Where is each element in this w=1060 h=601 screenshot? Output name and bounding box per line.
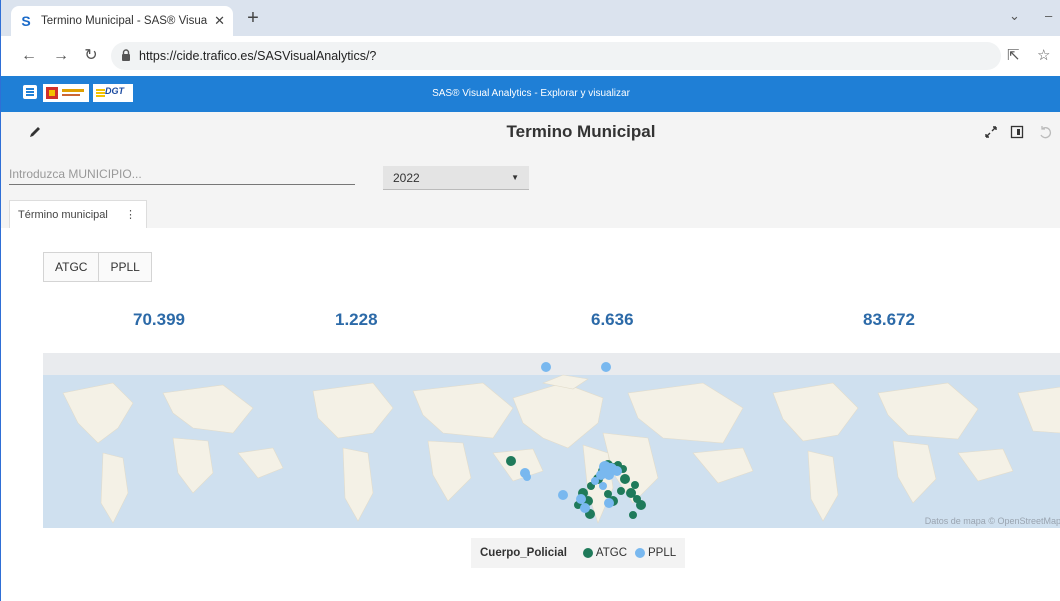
maximize-icon[interactable] [983,124,999,140]
page-tab-label: Término municipal [18,209,108,221]
browser-tab-title: Termino Municipal - SAS® Visua [41,15,208,27]
world-map-canvas [43,353,1060,528]
report-canvas: ATGC PPLL 70.399 1.228 6.636 83.672 Dato… [1,228,1060,601]
hamburger-menu-icon[interactable] [23,85,37,99]
year-dropdown[interactable]: 2022 ▼ [383,166,529,190]
report-page-tabs: Término municipal ⋮ [1,198,1060,228]
browser-tab-strip: S Termino Municipal - SAS® Visua ✕ + ⌄ – [1,0,1060,36]
legend-item-atgc[interactable]: ATGC [582,547,628,559]
page-tab-menu-icon[interactable]: ⋮ [125,201,136,229]
back-arrow-icon[interactable]: ← [19,46,39,66]
report-title: Termino Municipal [506,122,656,141]
browser-tab[interactable]: S Termino Municipal - SAS® Visua ✕ [11,6,233,36]
undo-icon[interactable] [1037,124,1053,140]
gobierno-espana-logo [43,84,89,102]
geo-map[interactable]: Datos de mapa © OpenStreetMap [43,353,1060,528]
filter-row: Introduzca MUNICIPIO... 2022 ▼ [1,152,1060,198]
dropdown-arrow-icon: ▼ [511,173,519,182]
legend-item-ppll[interactable]: PPLL [635,547,676,559]
layout-panel-icon[interactable] [1009,124,1025,140]
new-tab-button[interactable]: + [243,8,263,28]
tab-close-icon[interactable]: ✕ [214,13,225,29]
ppll-color-dot-icon [635,548,646,558]
forward-arrow-icon[interactable]: → [51,46,71,66]
kpi-value: 1.228 [335,310,378,329]
map-attribution: Datos de mapa © OpenStreetMap [924,516,1060,526]
toggle-button-atgc[interactable]: ATGC [44,253,98,281]
reload-icon[interactable]: ↻ [81,46,101,66]
cuerpo-toggle-bar: ATGC PPLL [43,252,152,282]
map-legend: Cuerpo_Policial ATGC PPLL [471,538,685,568]
dgt-logo: DGT [93,84,133,102]
address-bar[interactable]: https://cide.trafico.es/SASVisualAnalyti… [111,42,1001,70]
toggle-button-ppll[interactable]: PPLL [98,253,150,281]
legend-label: ATGC [595,547,628,559]
municipio-search-input[interactable]: Introduzca MUNICIPIO... [9,164,355,185]
browser-nav-bar: ← → ↻ https://cide.trafico.es/SASVisualA… [1,36,1060,76]
share-icon[interactable]: ⇱ [1007,46,1020,64]
sas-header-bar: SAS® Visual Analytics - Explorar y visua… [1,76,1060,112]
page-tab-termino-municipal[interactable]: Término municipal ⋮ [9,200,147,228]
edit-pencil-icon[interactable] [27,124,43,140]
year-dropdown-value: 2022 [393,171,420,185]
report-toolbar: Termino Municipal [1,112,1060,152]
kpi-value: 6.636 [591,310,634,329]
sas-app-title: SAS® Visual Analytics - Explorar y visua… [432,88,630,99]
lock-icon [122,49,130,61]
bookmark-star-icon[interactable]: ☆ [1037,46,1050,64]
minimize-window-icon[interactable]: – [1045,8,1052,23]
sas-favicon-icon: S [21,13,31,29]
legend-title: Cuerpo_Policial [480,547,567,559]
atgc-color-dot-icon [582,548,593,558]
url-text: https://cide.trafico.es/SASVisualAnalyti… [139,49,377,63]
kpi-value: 83.672 [863,310,915,329]
kpi-value: 70.399 [133,310,185,329]
tab-search-chevron-icon[interactable]: ⌄ [1009,8,1020,24]
browser-window: S Termino Municipal - SAS® Visua ✕ + ⌄ –… [0,0,1060,601]
legend-label: PPLL [648,547,677,559]
